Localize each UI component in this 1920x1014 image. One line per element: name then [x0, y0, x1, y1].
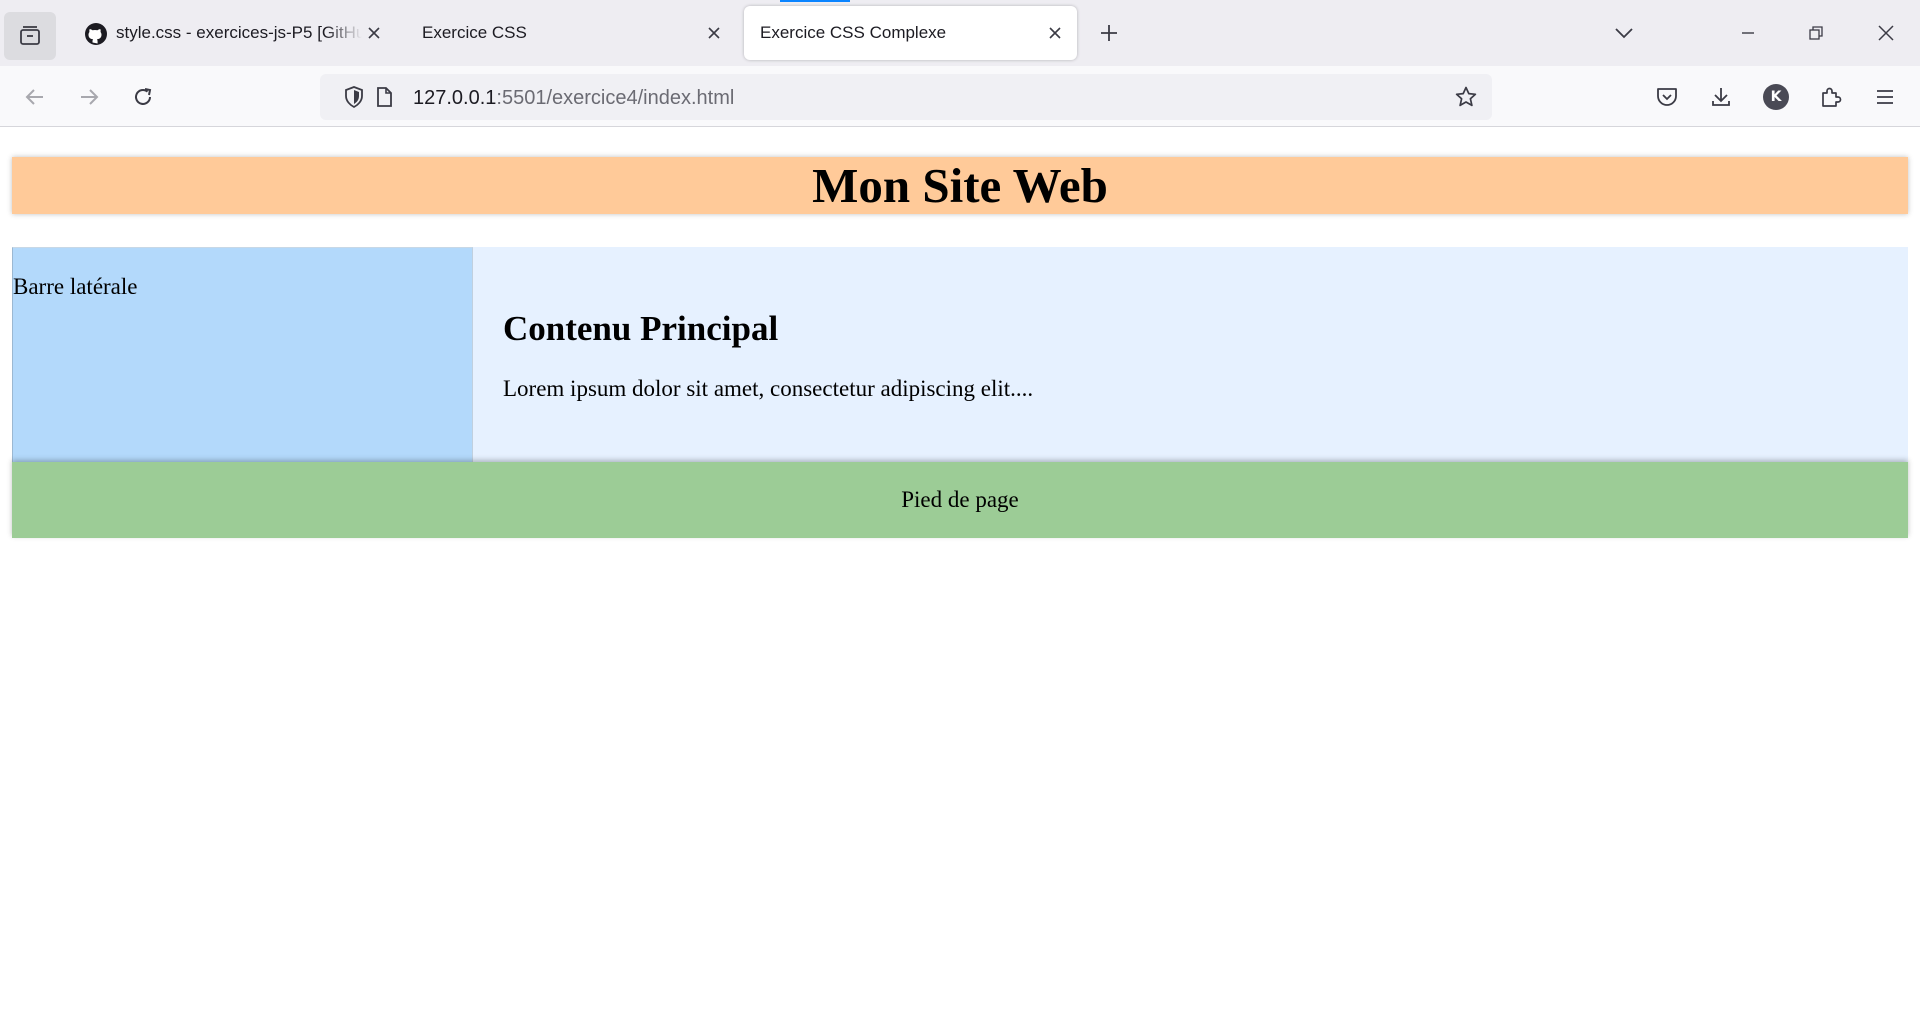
close-window-button[interactable]: [1866, 14, 1906, 52]
minimize-button[interactable]: [1728, 14, 1768, 52]
url-text: 127.0.0.1:5501/exercice4/index.html: [413, 87, 734, 110]
pocket-button[interactable]: [1648, 78, 1686, 116]
tab-overview-icon: [20, 26, 40, 45]
shield-icon[interactable]: [342, 85, 366, 109]
main-heading: Contenu Principal: [503, 309, 779, 348]
plus-icon: [1101, 25, 1117, 41]
page-info-icon[interactable]: [372, 85, 396, 109]
tab-style-css[interactable]: style.css - exercices-js-P5 [GitHub]: [70, 6, 392, 60]
sidebar-text: Barre latérale: [13, 274, 138, 299]
downloads-button[interactable]: [1702, 78, 1740, 116]
forward-button[interactable]: [70, 78, 108, 116]
extensions-button[interactable]: [1812, 78, 1850, 116]
footer-text: Pied de page: [901, 487, 1019, 512]
restore-button[interactable]: [1796, 14, 1836, 52]
arrow-left-icon: [25, 89, 43, 105]
restore-icon: [1809, 26, 1823, 40]
tab-loading-indicator: [780, 0, 850, 2]
puzzle-icon: [1822, 87, 1842, 107]
reload-button[interactable]: [124, 78, 162, 116]
hamburger-menu-icon: [1877, 90, 1893, 104]
main-content: Contenu Principal Lorem ipsum dolor sit …: [473, 247, 1908, 462]
site-header: Mon Site Web: [12, 157, 1908, 214]
tab-title: Exercice CSS: [422, 23, 527, 42]
close-tab-icon[interactable]: [364, 23, 384, 43]
url-host: 127.0.0.1: [413, 87, 497, 109]
main-paragraph: Lorem ipsum dolor sit amet, consectetur …: [503, 376, 1034, 401]
github-icon: [85, 23, 107, 45]
tab-overview-button[interactable]: [4, 12, 56, 60]
arrow-right-icon: [81, 89, 99, 105]
close-tab-icon[interactable]: [1045, 23, 1065, 43]
sidebar: Barre latérale: [12, 247, 473, 462]
chevron-down-icon: [1615, 28, 1633, 39]
close-icon: [1878, 25, 1894, 41]
download-icon: [1712, 88, 1730, 106]
list-all-tabs-button[interactable]: [1604, 14, 1644, 52]
url-path: :5501/exercice4/index.html: [496, 87, 735, 109]
web-page: Mon Site Web Barre latérale Contenu Prin…: [0, 128, 1920, 1014]
account-button[interactable]: K: [1757, 78, 1795, 116]
minimize-icon: [1742, 32, 1754, 34]
bookmark-star-icon[interactable]: [1454, 85, 1478, 109]
menu-button[interactable]: [1866, 78, 1904, 116]
tab-bar: style.css - exercices-js-P5 [GitHub] Exe…: [0, 0, 1920, 66]
tab-exercice-css-complexe[interactable]: Exercice CSS Complexe: [744, 6, 1077, 60]
tab-title: Exercice CSS Complexe: [760, 23, 947, 42]
avatar: K: [1763, 84, 1789, 110]
tab-exercice-css[interactable]: Exercice CSS: [406, 6, 736, 60]
close-tab-icon[interactable]: [704, 23, 724, 43]
back-button[interactable]: [16, 78, 54, 116]
site-title: Mon Site Web: [812, 158, 1108, 213]
navigation-bar: 127.0.0.1:5501/exercice4/index.html K: [0, 66, 1920, 127]
reload-icon: [135, 88, 152, 105]
pocket-icon: [1657, 88, 1677, 106]
new-tab-button[interactable]: [1092, 16, 1126, 50]
url-bar[interactable]: 127.0.0.1:5501/exercice4/index.html: [320, 74, 1492, 120]
tab-title: style.css - exercices-js-P5 [GitHub]: [116, 23, 362, 42]
site-footer: Pied de page: [12, 462, 1908, 538]
